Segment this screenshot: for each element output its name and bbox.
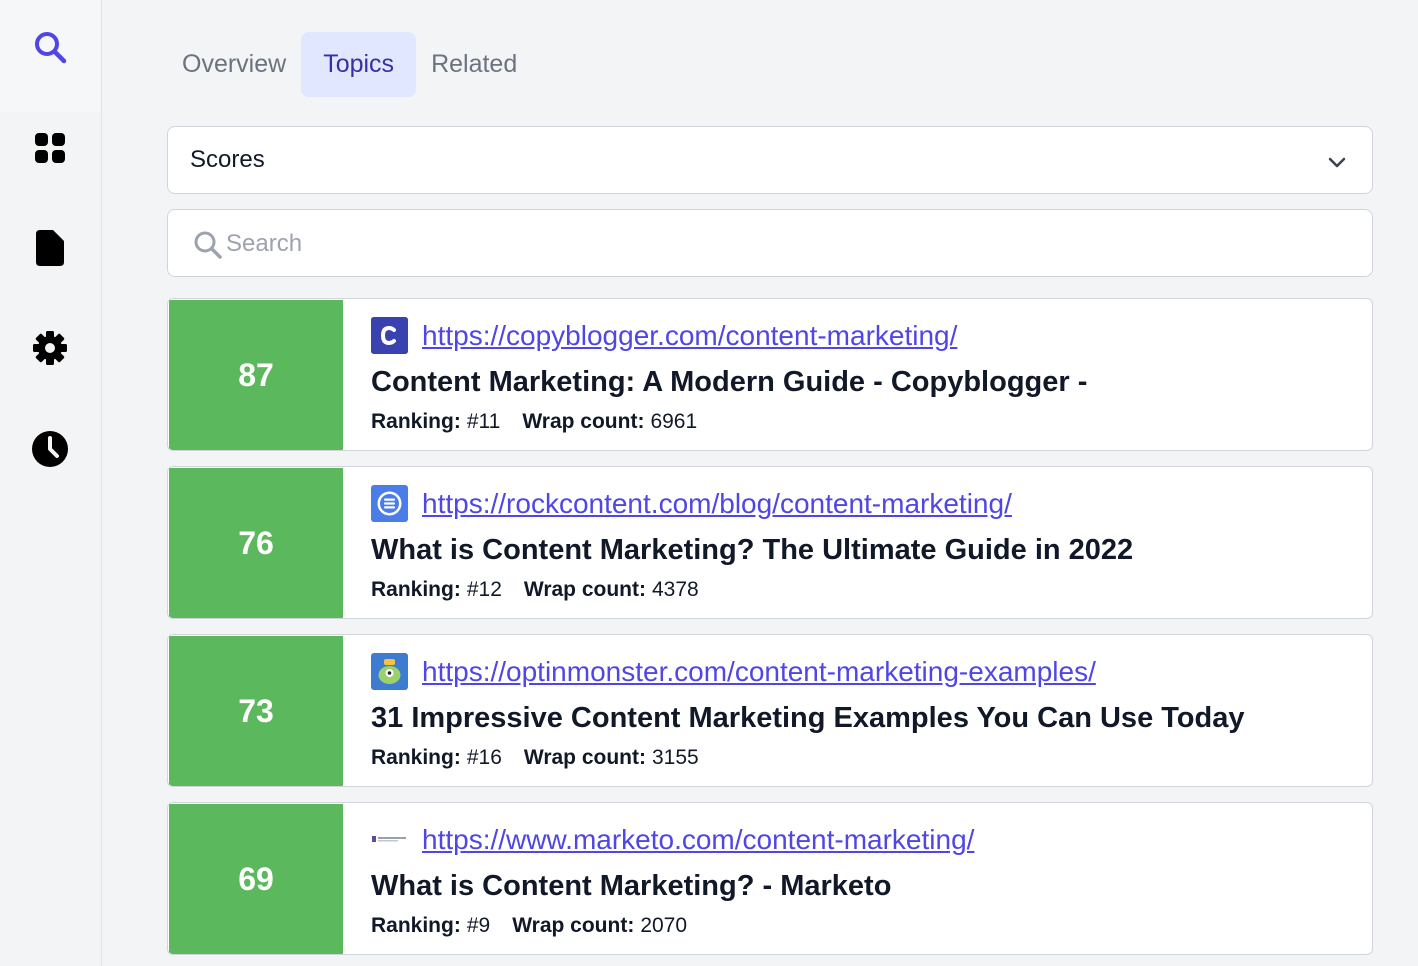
wrap-count-label: Wrap count: <box>523 578 646 601</box>
wrap-count-value: 6961 <box>650 410 698 433</box>
search-icon <box>194 231 222 259</box>
result-title: What is Content Marketing? The Ultimate … <box>371 534 1134 566</box>
wrap-count-label: Wrap count: <box>523 746 646 769</box>
ranking-value: #11 <box>466 410 501 433</box>
result-meta: Ranking: #9 Wrap count: 2070 <box>371 912 687 940</box>
wrap-count-value: 2070 <box>640 914 688 937</box>
ranking-label: Ranking: <box>371 914 461 937</box>
result-url-link[interactable]: https://optinmonster.com/content-marketi… <box>422 653 1096 690</box>
gear-icon[interactable] <box>30 328 70 368</box>
result-card: 73 https://optinmonster.com/content-mark… <box>167 634 1373 787</box>
result-url-link[interactable]: https://rockcontent.com/blog/content-mar… <box>422 485 1012 522</box>
ranking-value: #9 <box>466 914 491 937</box>
result-meta: Ranking: #16 Wrap count: 3155 <box>371 744 699 772</box>
result-card: 76 https://rockcontent.com/blog/content-… <box>167 466 1373 619</box>
search-icon[interactable] <box>30 27 70 67</box>
tab-related[interactable]: Related <box>416 32 532 97</box>
wrap-count-label: Wrap count: <box>512 914 635 937</box>
copyblogger-c-icon <box>371 317 408 354</box>
chevron-down-icon <box>1328 157 1346 168</box>
rockcontent-icon <box>371 485 408 522</box>
score-badge: 76 <box>169 468 343 618</box>
result-card: 87 https://copyblogger.com/content-marke… <box>167 298 1373 451</box>
optinmonster-icon <box>371 653 408 690</box>
search-box <box>167 209 1373 277</box>
wrap-count-value: 3155 <box>652 746 699 769</box>
sidebar <box>0 0 102 966</box>
tab-overview[interactable]: Overview <box>167 32 301 97</box>
score-badge: 73 <box>169 636 343 786</box>
result-title: 31 Impressive Content Marketing Examples… <box>371 702 1245 734</box>
ranking-value: #12 <box>466 578 502 601</box>
result-meta: Ranking: #12 Wrap count: 4378 <box>371 576 699 604</box>
result-card: 69 https://www.marketo.com/content-marke… <box>167 802 1373 955</box>
tab-bar: Overview Topics Related <box>167 32 532 97</box>
clock-icon[interactable] <box>30 429 70 469</box>
ranking-label: Ranking: <box>371 410 461 433</box>
ranking-value: #16 <box>466 746 502 769</box>
sort-select[interactable]: Scores <box>167 126 1373 194</box>
wrap-count-value: 4378 <box>652 578 699 601</box>
search-input[interactable] <box>226 224 1346 264</box>
result-url-link[interactable]: https://copyblogger.com/content-marketin… <box>422 317 957 354</box>
score-badge: 69 <box>169 804 343 954</box>
result-meta: Ranking: #11 Wrap count: 6961 <box>371 408 697 436</box>
score-badge: 87 <box>169 300 343 450</box>
tab-topics[interactable]: Topics <box>301 32 417 97</box>
dashboard-grid-icon[interactable] <box>30 128 70 168</box>
document-icon[interactable] <box>30 228 70 268</box>
wrap-count-label: Wrap count: <box>522 410 645 433</box>
result-title: Content Marketing: A Modern Guide - Copy… <box>371 366 1088 398</box>
result-title: What is Content Marketing? - Marketo <box>371 870 892 902</box>
result-url-link[interactable]: https://www.marketo.com/content-marketin… <box>422 821 974 858</box>
marketo-icon <box>371 821 408 858</box>
sort-select-value: Scores <box>190 146 265 173</box>
ranking-label: Ranking: <box>371 578 461 601</box>
ranking-label: Ranking: <box>371 746 461 769</box>
